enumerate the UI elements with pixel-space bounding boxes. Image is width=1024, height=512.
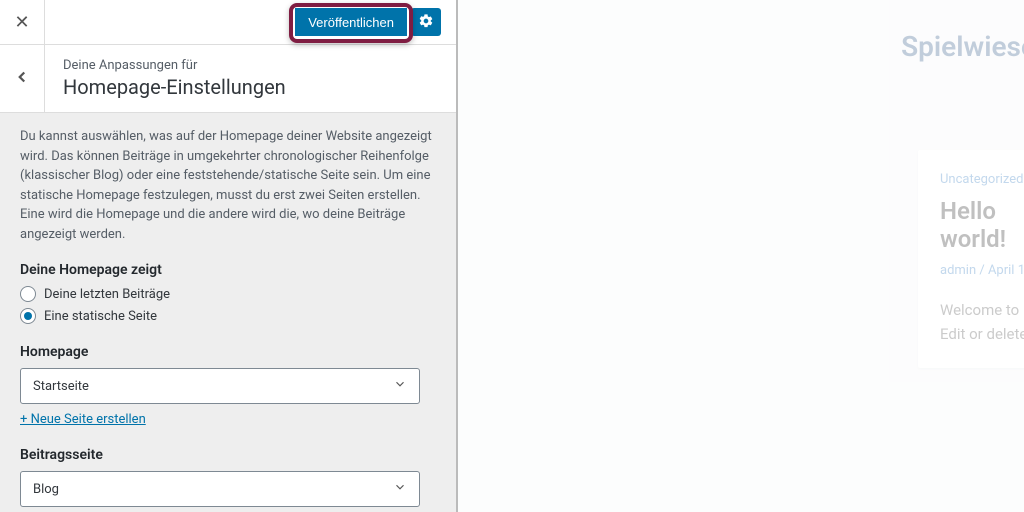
homepage-select[interactable]: Startseite: [20, 368, 420, 404]
scroll-area[interactable]: Du kannst auswählen, was auf der Homepag…: [0, 113, 456, 512]
radio-option-static-page[interactable]: Eine statische Seite: [20, 308, 436, 324]
select-label: Homepage: [20, 344, 436, 360]
section-title: Homepage-Einstellungen: [63, 75, 286, 99]
radio-label: Eine statische Seite: [44, 309, 157, 324]
select-value: Startseite: [33, 379, 89, 394]
back-button[interactable]: [0, 45, 45, 113]
new-page-link[interactable]: + Neue Seite erstellen: [20, 412, 146, 427]
radio-icon: [20, 308, 36, 324]
close-button[interactable]: ✕: [0, 0, 45, 45]
customizer-sidebar: ✕ Veröffentlichen Deine Anpassungen für: [0, 0, 458, 512]
post-body: Welcome to Edit or delete: [940, 298, 1024, 346]
site-title: Spielwiese: [901, 30, 1024, 63]
topbar: ✕ Veröffentlichen: [0, 0, 456, 45]
close-icon: ✕: [14, 12, 29, 33]
select-value: Blog: [33, 482, 59, 497]
posts-page-select-group: Beitragsseite Blog: [20, 447, 436, 507]
settings-button[interactable]: [411, 8, 441, 36]
select-label: Beitragsseite: [20, 447, 436, 463]
publish-button[interactable]: Veröffentlichen: [295, 8, 407, 36]
post-category: Uncategorized: [940, 172, 1024, 187]
section-subtitle: Deine Anpassungen für: [63, 58, 286, 73]
section-description: Du kannst auswählen, was auf der Homepag…: [20, 127, 436, 244]
radio-option-latest-posts[interactable]: Deine letzten Beiträge: [20, 286, 436, 302]
gear-icon: [418, 13, 434, 32]
post-card: Uncategorized Hello world! admin / April…: [918, 150, 1024, 368]
radio-label: Deine letzten Beiträge: [44, 287, 170, 302]
posts-page-select[interactable]: Blog: [20, 471, 420, 507]
homepage-select-group: Homepage Startseite + Neue Seite erstell…: [20, 344, 436, 427]
chevron-left-icon: [13, 68, 31, 90]
chevron-down-icon: [393, 480, 407, 498]
post-meta: admin / April 17: [940, 263, 1024, 278]
post-title: Hello world!: [940, 197, 1024, 253]
radio-group-heading: Deine Homepage zeigt: [20, 262, 436, 278]
radio-group-homepage-displays: Deine Homepage zeigt Deine letzten Beitr…: [20, 262, 436, 324]
chevron-down-icon: [393, 377, 407, 395]
radio-icon: [20, 286, 36, 302]
site-preview: Spielwiese Uncategorized Hello world! ad…: [458, 0, 1024, 512]
section-header: Deine Anpassungen für Homepage-Einstellu…: [0, 45, 456, 113]
